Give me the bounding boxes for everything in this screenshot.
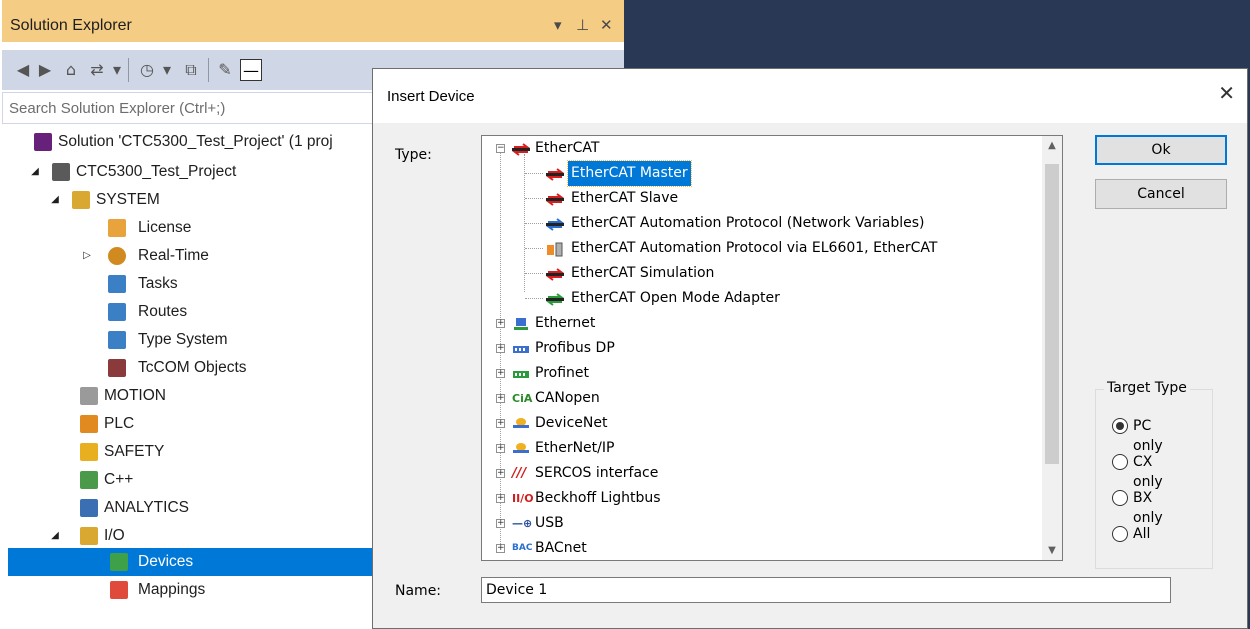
back-icon[interactable]: ◀: [12, 59, 34, 81]
license-icon: [108, 219, 126, 237]
expand-toggle-icon[interactable]: +: [496, 369, 505, 378]
safety-icon: [80, 443, 98, 461]
scroll-up-icon[interactable]: ▲: [1042, 140, 1062, 151]
sync-icon[interactable]: ⇄: [86, 59, 108, 81]
forward-icon[interactable]: ▶: [34, 59, 56, 81]
ok-button[interactable]: Ok: [1095, 135, 1227, 165]
radio-unchecked-icon[interactable]: [1112, 526, 1128, 542]
history-icon[interactable]: ◷: [136, 59, 158, 81]
open-mode-icon: [546, 291, 564, 306]
target-type-legend: Target Type: [1104, 380, 1190, 396]
devicenet-icon: [512, 416, 530, 431]
collapse-icon[interactable]: ⧉: [180, 59, 202, 81]
routes-icon: [108, 303, 126, 321]
expand-toggle-icon[interactable]: +: [496, 469, 505, 478]
profinet-icon: [512, 366, 530, 381]
sercos-icon: ///: [512, 466, 527, 481]
type-tree-scrollbar[interactable]: ▲ ▼: [1042, 136, 1062, 560]
solution-explorer-title: Solution Explorer: [10, 17, 132, 34]
solution-explorer-titlebar: Solution Explorer ▾ ⊥ ✕: [2, 0, 624, 42]
pin-icon[interactable]: ⊥: [576, 16, 589, 34]
plc-icon: [80, 415, 98, 433]
dialog-titlebar: Insert Device ✕: [373, 69, 1247, 123]
chevron-down-icon[interactable]: ▾: [156, 59, 178, 81]
tccom-icon: [108, 359, 126, 377]
type-label: Type:: [395, 147, 432, 163]
ethercat-sim-icon: [546, 266, 564, 281]
expand-toggle-icon[interactable]: +: [496, 394, 505, 403]
ethercat-icon: [512, 141, 530, 156]
insert-device-dialog: Insert Device ✕ Type: − EtherCAT EtherCA…: [372, 68, 1248, 629]
dialog-title: Insert Device: [387, 88, 475, 105]
system-icon: [72, 191, 90, 209]
expanded-arrow-icon[interactable]: ◢: [48, 186, 62, 214]
scroll-down-icon[interactable]: ▼: [1042, 545, 1062, 556]
radio-unchecked-icon[interactable]: [1112, 490, 1128, 506]
name-label: Name:: [395, 583, 442, 599]
tree-guide: [525, 223, 543, 224]
device-name-input[interactable]: Device 1: [481, 577, 1171, 603]
collapse-toggle-icon[interactable]: −: [496, 144, 505, 153]
expand-toggle-icon[interactable]: +: [496, 344, 505, 353]
target-type-group: Target Type PC only CX only BX only All: [1095, 380, 1213, 569]
chevron-down-icon[interactable]: ▾: [106, 59, 128, 81]
close-icon[interactable]: ✕: [1218, 81, 1235, 105]
home-icon[interactable]: ⌂: [60, 59, 82, 81]
tree-guide: [525, 173, 543, 174]
expand-toggle-icon[interactable]: +: [496, 319, 505, 328]
expand-toggle-icon[interactable]: +: [496, 444, 505, 453]
dropdown-icon[interactable]: ▾: [554, 16, 562, 34]
expanded-arrow-icon[interactable]: ◢: [48, 522, 62, 550]
cancel-button[interactable]: Cancel: [1095, 179, 1227, 209]
type-system-icon: [108, 331, 126, 349]
ethernet-icon: [512, 316, 530, 331]
usb-icon: —⊕: [512, 517, 533, 530]
project-icon: [52, 163, 70, 181]
mappings-icon: [110, 581, 128, 599]
expanded-arrow-icon[interactable]: ◢: [28, 158, 42, 186]
lightbus-icon: II/O: [512, 492, 534, 505]
collapsed-arrow-icon[interactable]: ▷: [80, 242, 94, 270]
canopen-icon: CiA: [512, 392, 533, 405]
search-input[interactable]: Search Solution Explorer (Ctrl+;): [9, 100, 225, 117]
radio-unchecked-icon[interactable]: [1112, 454, 1128, 470]
motion-icon: [80, 387, 98, 405]
el6601-icon: [546, 241, 564, 257]
expand-toggle-icon[interactable]: +: [496, 494, 505, 503]
profibus-icon: [512, 341, 530, 356]
devices-icon: [110, 553, 128, 571]
ethercat-master-icon: [546, 166, 564, 181]
tree-guide: [525, 298, 543, 299]
ethercat-slave-icon: [546, 191, 564, 206]
preview-icon[interactable]: —: [240, 59, 262, 81]
toolbar-separator: [128, 58, 129, 82]
tasks-icon: [108, 275, 126, 293]
analytics-icon: [80, 499, 98, 517]
bacnet-icon: BAC: [512, 543, 533, 553]
close-icon[interactable]: ✕: [600, 16, 613, 34]
expand-toggle-icon[interactable]: +: [496, 544, 505, 553]
radio-checked-icon[interactable]: [1112, 418, 1128, 434]
io-icon: [80, 527, 98, 545]
ethernetip-icon: [512, 441, 530, 456]
cpp-icon: [80, 471, 98, 489]
expand-toggle-icon[interactable]: +: [496, 419, 505, 428]
realtime-icon: [108, 247, 126, 265]
expand-toggle-icon[interactable]: +: [496, 519, 505, 528]
tree-guide: [525, 198, 543, 199]
toolbar-separator: [208, 58, 209, 82]
properties-icon[interactable]: ✎: [214, 59, 236, 81]
tree-guide: [525, 273, 543, 274]
solution-icon: [34, 133, 52, 151]
tree-guide: [525, 248, 543, 249]
scroll-thumb[interactable]: [1045, 164, 1059, 464]
eap-icon: [546, 216, 564, 231]
device-type-tree[interactable]: − EtherCAT EtherCAT Master EtherCAT Slav…: [481, 135, 1063, 561]
